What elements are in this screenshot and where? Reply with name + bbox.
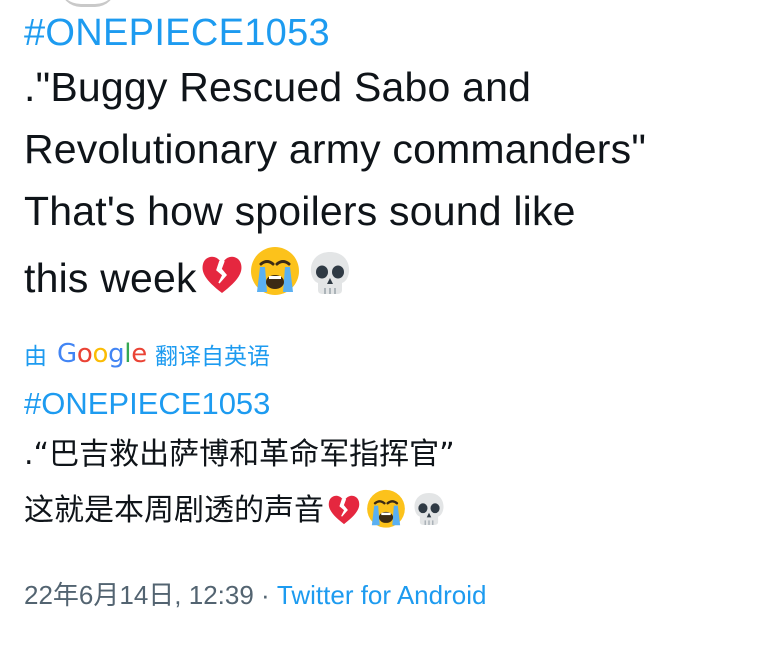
- crying-face-icon: [247, 242, 303, 315]
- skull-icon: [305, 248, 355, 315]
- translation-attribution[interactable]: 由 Google 翻译自英语: [24, 337, 764, 371]
- skull-icon: [410, 490, 448, 547]
- translated-text: .“巴吉救出萨博和革命军指挥官” 这就是本周剧透的声音: [24, 427, 764, 549]
- tweet-text-line-last: this week: [24, 242, 764, 315]
- hashtag-link[interactable]: #ONEPIECE1053: [24, 10, 764, 56]
- translated-text-line: .“巴吉救出萨博和革命军指挥官”: [24, 437, 455, 472]
- crying-face-icon: [364, 486, 408, 549]
- timestamp[interactable]: 22年6月14日, 12:39: [24, 580, 254, 610]
- tweet-body: #ONEPIECE1053 ."Buggy Rescued Sabo and R…: [24, 10, 764, 612]
- translated-hashtag-link[interactable]: #ONEPIECE1053: [24, 381, 764, 427]
- translated-text-line-last: 这就是本周剧透的声音: [24, 483, 764, 549]
- tweet-meta: 22年6月14日, 12:39 · Twitter for Android: [24, 575, 764, 612]
- google-logo: Google: [57, 339, 147, 369]
- tweet-text-line: ."Buggy Rescued Sabo and: [24, 64, 532, 110]
- tweet-text-line: That's how spoilers sound like: [24, 188, 576, 234]
- translated-by-prefix: 由: [24, 343, 47, 369]
- translated-text-fragment: 这就是本周剧透的声音: [24, 493, 324, 528]
- broken-heart-icon: [199, 252, 245, 315]
- tweet-text-fragment: this week: [24, 255, 197, 301]
- broken-heart-icon: [326, 491, 362, 547]
- translated-from-label: 翻译自英语: [154, 343, 270, 369]
- tweet-text: ."Buggy Rescued Sabo and Revolutionary a…: [24, 56, 764, 315]
- meta-separator: ·: [253, 580, 277, 610]
- avatar[interactable]: [60, 0, 116, 7]
- source-link[interactable]: Twitter for Android: [277, 580, 487, 610]
- tweet-text-line: Revolutionary army commanders": [24, 126, 647, 172]
